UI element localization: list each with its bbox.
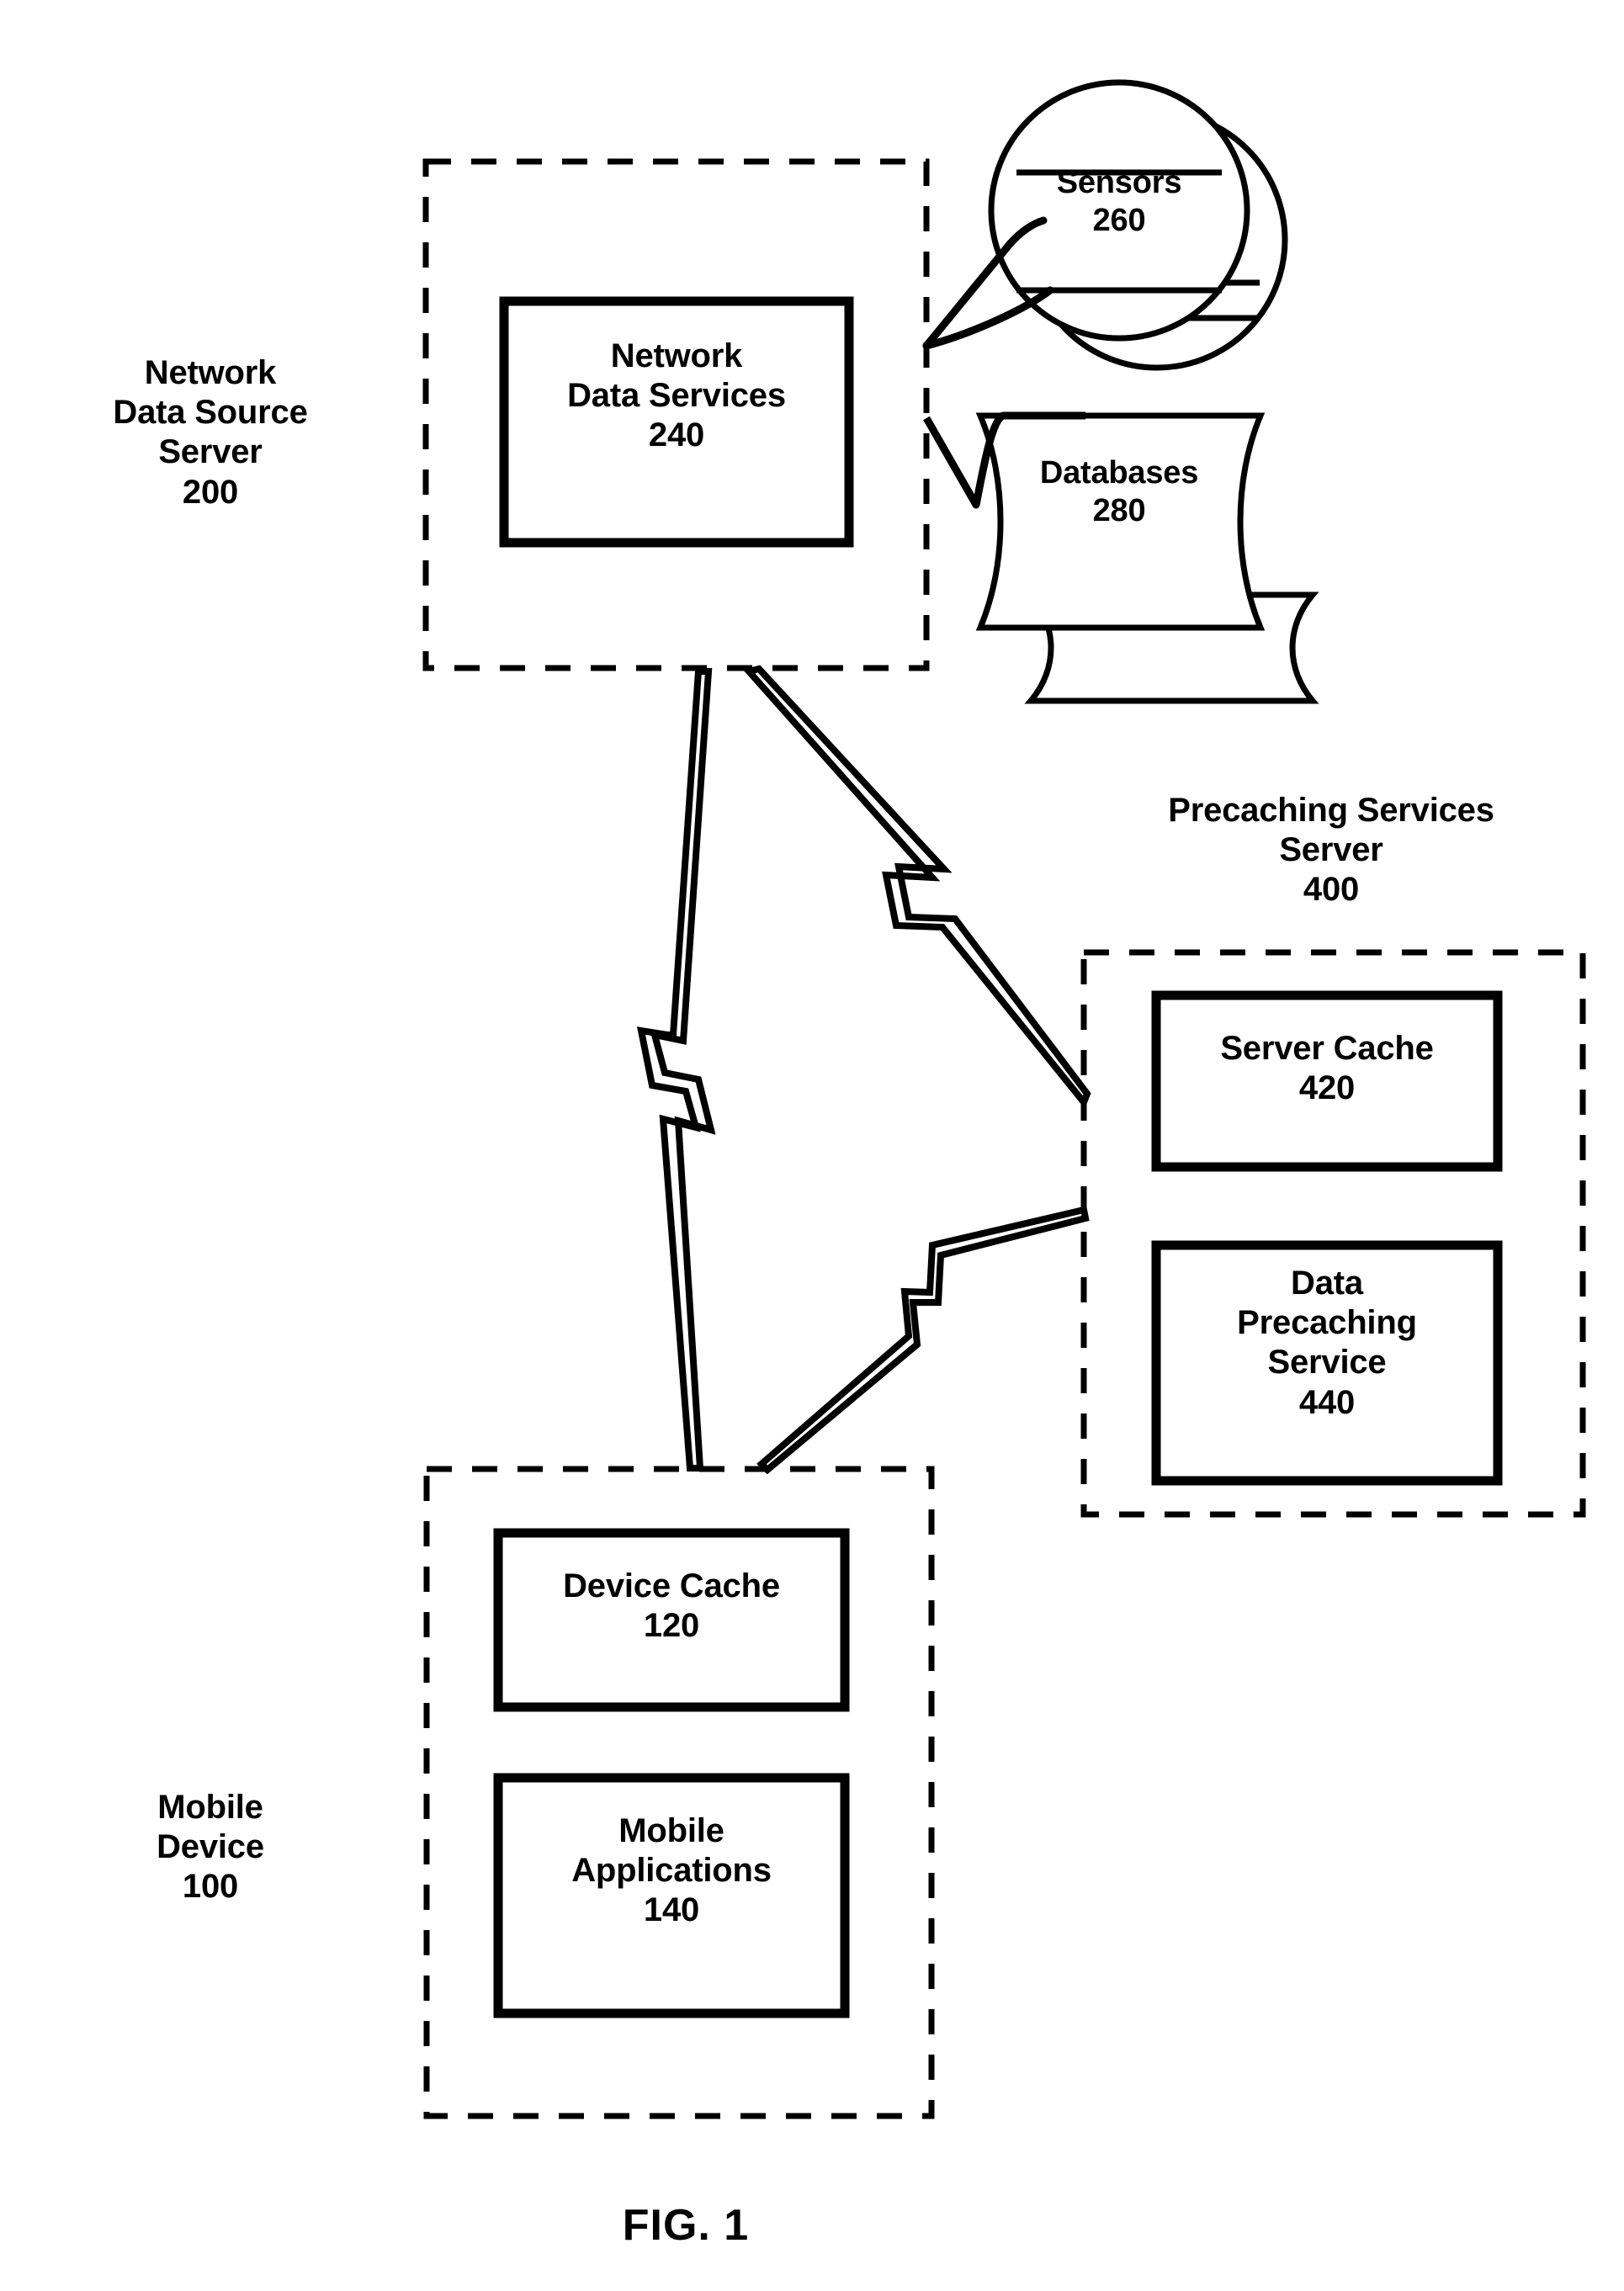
box-label-data-precaching-service: Data Precaching Service 440	[1237, 1265, 1417, 1421]
connector-lightning-bolt-nds-to-mobile	[636, 668, 716, 1472]
peripheral-label-sensors: Sensors 260	[1056, 165, 1182, 238]
container-label-network-data-source-server: Network Data Source Server 200	[113, 354, 308, 511]
container-label-mobile-device: Mobile Device 100	[157, 1789, 264, 1906]
box-label-server-cache: Server Cache 420	[1220, 1030, 1434, 1107]
figure-caption: FIG. 1	[622, 2201, 750, 2250]
figure-1-diagram: Network Data Source Server 200 Precachin…	[0, 0, 1624, 2291]
container-label-precaching-services-server: Precaching Services Server 400	[1168, 792, 1494, 909]
peripheral-label-databases: Databases 280	[1039, 455, 1199, 528]
box-label-network-data-services: Network Data Services 240	[567, 337, 786, 454]
box-label-mobile-applications: Mobile Applications 140	[571, 1812, 772, 1929]
box-label-device-cache: Device Cache 120	[563, 1567, 780, 1645]
connector-lightning-bolt-nds-to-precaching	[742, 665, 1091, 1109]
connector-lightning-bolt-mobile-to-precaching	[756, 1206, 1090, 1475]
